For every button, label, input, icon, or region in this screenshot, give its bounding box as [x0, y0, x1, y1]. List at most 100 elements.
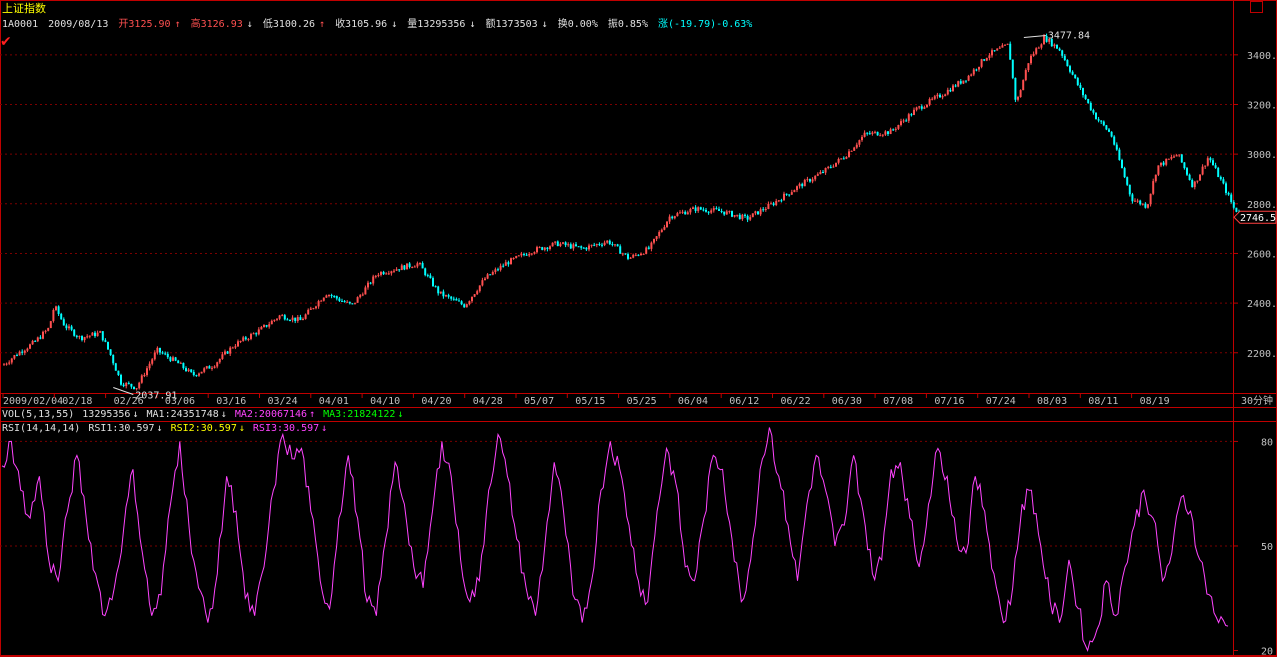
candle-body — [395, 269, 398, 271]
candle-body — [788, 194, 791, 196]
candle-body — [198, 373, 200, 376]
candle-body — [281, 315, 284, 317]
candle-body — [887, 131, 889, 135]
candle-body — [338, 298, 341, 301]
candle-body — [403, 265, 406, 270]
candle-body — [460, 301, 463, 305]
date-tick-label: 07/08 — [883, 396, 913, 407]
candle-body — [842, 158, 845, 160]
candle-body — [1066, 60, 1069, 67]
candle-body — [530, 253, 533, 255]
rsi-tick-label: 20 — [1261, 647, 1273, 657]
candle-body — [333, 296, 336, 298]
candle-body — [83, 337, 86, 341]
candle-body — [335, 296, 338, 299]
date-tick-label: 05/15 — [575, 396, 605, 407]
candle-body — [23, 350, 26, 353]
candle-body — [936, 94, 939, 97]
candle-body — [44, 330, 47, 332]
candle-body — [790, 192, 793, 195]
candle-body — [881, 134, 884, 136]
candle-body — [107, 341, 109, 350]
candle-body — [962, 80, 965, 84]
candle-body — [208, 366, 211, 369]
candle-body — [1108, 129, 1110, 132]
candle-body — [998, 47, 1001, 49]
candle-body — [302, 318, 304, 321]
candle-body — [874, 131, 876, 133]
candle-body — [237, 341, 239, 347]
candle-body — [244, 337, 247, 340]
candle-body — [798, 183, 801, 187]
candle-body — [1162, 162, 1165, 165]
candle-body — [218, 358, 221, 363]
candle-body — [965, 80, 967, 82]
candle-body — [920, 106, 923, 109]
candle-body — [764, 208, 767, 211]
candle-body — [458, 300, 460, 302]
candle-body — [1149, 193, 1152, 205]
price-tick-label: 2200.0 — [1247, 349, 1277, 360]
candle-body — [205, 366, 208, 369]
candle-body — [192, 372, 195, 376]
candle-body — [658, 232, 661, 237]
candle-body — [307, 309, 310, 315]
candle-body — [853, 147, 856, 151]
candle-body — [1180, 154, 1183, 163]
candle-body — [543, 247, 546, 250]
candle-body — [179, 362, 182, 364]
candle-body — [200, 371, 203, 374]
candle-body — [234, 346, 237, 348]
candle-body — [73, 329, 76, 336]
vol-label: VOL(5,13,55) — [2, 409, 75, 420]
candle-body — [278, 315, 281, 319]
date-tick-label: 04/20 — [421, 396, 451, 407]
candle-body — [697, 207, 700, 211]
candle-body — [148, 363, 151, 369]
quote-info-bar: 1A0001 2009/08/13 开3125.90 ↑ 高3126.93 ↓ 低3… — [2, 19, 753, 30]
candle-body — [819, 171, 822, 175]
date-tick-label: 06/12 — [729, 396, 759, 407]
candle-body — [601, 244, 603, 246]
candle-body — [632, 254, 635, 258]
candle-body — [185, 368, 187, 372]
candle-body — [517, 255, 520, 257]
candle-body — [1188, 174, 1191, 180]
candle-body — [382, 271, 385, 275]
candle-body — [588, 245, 590, 250]
candle-body — [1170, 156, 1173, 159]
candle-body — [803, 179, 806, 187]
candle-body — [465, 304, 468, 308]
rsi-tick-label: 50 — [1261, 542, 1273, 553]
candle-body — [720, 210, 723, 212]
candle-body — [741, 214, 744, 220]
date-tick-label: 03/16 — [216, 396, 246, 407]
candle-body — [39, 337, 42, 339]
min-annotation-label: 2037.91 — [135, 391, 177, 402]
candle-body — [325, 295, 328, 298]
candle-body — [445, 295, 447, 297]
restore-icon[interactable] — [1250, 1, 1263, 13]
candle-body — [432, 278, 434, 287]
candle-body — [315, 306, 317, 309]
candle-body — [811, 179, 814, 182]
candle-body — [536, 247, 538, 253]
candle-body — [473, 294, 476, 297]
candle-body — [497, 269, 499, 271]
candle-body — [653, 238, 655, 243]
candle-body — [1126, 177, 1129, 185]
candle-body — [354, 302, 356, 304]
candle-body — [426, 275, 429, 277]
candle-body — [590, 244, 593, 246]
open-price: 开3125.90 — [118, 19, 171, 30]
period-label: 30分钟 — [1241, 394, 1273, 407]
candle-body — [642, 253, 645, 255]
candle-body — [647, 247, 650, 249]
candle-body — [1082, 88, 1084, 96]
index-title: 上证指数 — [2, 2, 46, 15]
candle-body — [356, 297, 359, 303]
candle-body — [34, 340, 37, 342]
rsi3-value: RSI3:30.597 — [252, 423, 320, 434]
candle-body — [848, 151, 850, 157]
candle-body — [829, 166, 832, 168]
